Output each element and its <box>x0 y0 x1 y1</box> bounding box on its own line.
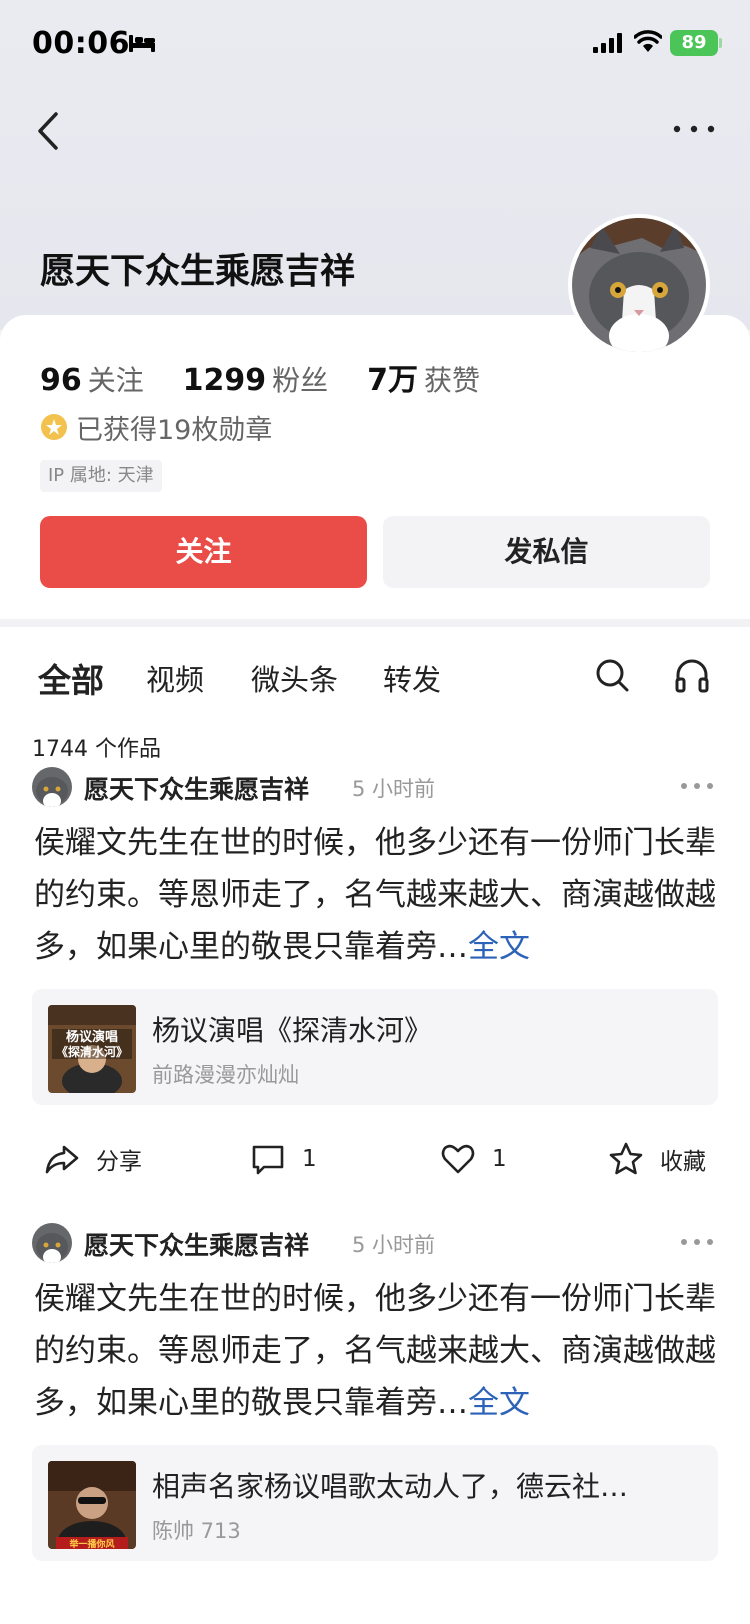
following-stat[interactable]: 96 关注 <box>40 359 144 399</box>
post-time: 5 小时前 <box>352 1233 436 1257</box>
attached-video-card[interactable]: 杨议演唱 《探清水河》 杨议演唱《探清水河》 前路漫漫亦灿灿 <box>32 989 718 1105</box>
post-text[interactable]: 侯耀文先生在世的时候，他多少还有一份师门长辈的约束。等恩师走了，名气越来越大、商… <box>34 1273 718 1429</box>
battery-level: 89 <box>681 32 707 53</box>
follow-button[interactable]: 关注 <box>40 516 367 588</box>
post-author-name[interactable]: 愿天下众生乘愿吉祥 <box>84 1226 309 1262</box>
post-body: 侯耀文先生在世的时候，他多少还有一份师门长辈的约束。等恩师走了，名气越来越大、商… <box>34 1281 716 1421</box>
sleep-mode-icon <box>129 35 155 52</box>
cat-avatar-small <box>32 1223 72 1263</box>
fans-label: 粉丝 <box>272 364 329 397</box>
wifi-icon <box>634 30 662 52</box>
post-actions: 分享 1 1 收藏 <box>0 1129 750 1189</box>
star-icon <box>609 1142 643 1175</box>
like-button[interactable]: 1 <box>440 1129 507 1189</box>
tab-all[interactable]: 全部 <box>38 654 104 702</box>
likes-count: 7万 <box>367 363 418 398</box>
comment-count: 1 <box>302 1146 317 1172</box>
cat-avatar-image <box>572 218 706 352</box>
attachment-thumbnail: 杨议演唱 《探清水河》 <box>48 1005 136 1093</box>
post-header: 愿天下众生乘愿吉祥 5 小时前 <box>32 1223 722 1263</box>
feed-post[interactable]: 愿天下众生乘愿吉祥 5 小时前 侯耀文先生在世的时候，他多少还有一份师门长辈的约… <box>0 1223 750 1624</box>
medal-row[interactable]: 已获得19枚勋章 <box>40 409 273 446</box>
cat-avatar-small <box>32 767 72 807</box>
share-button[interactable]: 分享 <box>44 1129 142 1189</box>
post-header: 愿天下众生乘愿吉祥 5 小时前 <box>32 767 722 807</box>
ip-location-tag: IP 属地: 天津 <box>40 460 162 492</box>
post-text[interactable]: 侯耀文先生在世的时候，他多少还有一份师门长辈的约束。等恩师走了，名气越来越大、商… <box>34 817 718 973</box>
thumbnail-caption: 举一播你风 <box>68 1538 114 1549</box>
battery-tip <box>719 38 722 48</box>
favorite-label: 收藏 <box>660 1149 706 1175</box>
status-bar: 00:06 89 <box>0 0 750 90</box>
post-time: 5 小时前 <box>352 777 436 801</box>
attachment-author: 前路漫漫亦灿灿 <box>152 1063 299 1087</box>
read-full-link[interactable]: 全文 <box>468 929 530 965</box>
profile-name: 愿天下众生乘愿吉祥 <box>40 252 356 292</box>
comment-button[interactable]: 1 <box>250 1129 317 1189</box>
search-icon[interactable] <box>594 657 630 693</box>
post-more-icon[interactable] <box>680 1237 714 1247</box>
heart-icon <box>441 1144 475 1174</box>
cellular-signal-icon <box>593 33 622 53</box>
more-options-icon[interactable] <box>672 122 716 136</box>
post-more-icon[interactable] <box>680 781 714 791</box>
fans-stat[interactable]: 1299 粉丝 <box>183 359 329 399</box>
tab-micro-headline[interactable]: 微头条 <box>251 657 338 699</box>
content-area: 全部 视频 微头条 转发 1744 个作品 愿天下众生乘愿吉祥 5 小时前 侯耀… <box>0 627 750 1624</box>
profile-avatar[interactable] <box>568 214 710 356</box>
share-icon <box>45 1145 79 1174</box>
works-count: 1744 个作品 <box>32 737 161 762</box>
following-count: 96 <box>40 363 82 398</box>
like-count: 1 <box>492 1146 507 1172</box>
battery-indicator: 89 <box>670 30 718 56</box>
share-label: 分享 <box>96 1149 142 1175</box>
tab-repost[interactable]: 转发 <box>383 657 441 699</box>
attachment-title: 相声名家杨议唱歌太动人了，德云社… <box>152 1470 629 1503</box>
post-author-avatar[interactable] <box>32 1223 72 1263</box>
status-time: 00:06 <box>32 26 130 61</box>
attached-video-card[interactable]: 举一播你风 相声名家杨议唱歌太动人了，德云社… 陈帅 713 <box>32 1445 718 1561</box>
post-author-avatar[interactable] <box>32 767 72 807</box>
attachment-thumbnail: 举一播你风 <box>48 1461 136 1549</box>
headphones-icon[interactable] <box>674 657 710 693</box>
tab-video[interactable]: 视频 <box>146 657 204 699</box>
fans-count: 1299 <box>182 363 267 398</box>
post-body: 侯耀文先生在世的时候，他多少还有一份师门长辈的约束。等恩师走了，名气越来越大、商… <box>34 825 716 965</box>
comment-icon <box>252 1145 284 1175</box>
favorite-button[interactable]: 收藏 <box>608 1129 706 1189</box>
send-message-button[interactable]: 发私信 <box>383 516 710 588</box>
svg-text:《探清水河》: 《探清水河》 <box>56 1044 128 1059</box>
following-label: 关注 <box>87 364 144 397</box>
medal-icon <box>41 414 67 440</box>
medal-text: 已获得19枚勋章 <box>76 414 273 446</box>
likes-stat[interactable]: 7万 获赞 <box>367 355 480 399</box>
likes-label: 获赞 <box>423 364 480 397</box>
attachment-title: 杨议演唱《探清水河》 <box>152 1014 433 1047</box>
read-full-link[interactable]: 全文 <box>468 1385 530 1421</box>
post-author-name[interactable]: 愿天下众生乘愿吉祥 <box>84 770 309 806</box>
back-chevron-icon[interactable] <box>34 108 64 154</box>
attachment-author: 陈帅 713 <box>152 1519 241 1543</box>
profile-stats: 96 关注 1299 粉丝 7万 获赞 <box>40 355 510 399</box>
content-tabs: 全部 视频 微头条 转发 <box>0 627 750 727</box>
svg-text:杨议演唱: 杨议演唱 <box>66 1029 118 1045</box>
feed-post[interactable]: 愿天下众生乘愿吉祥 5 小时前 侯耀文先生在世的时候，他多少还有一份师门长辈的约… <box>0 767 750 1187</box>
